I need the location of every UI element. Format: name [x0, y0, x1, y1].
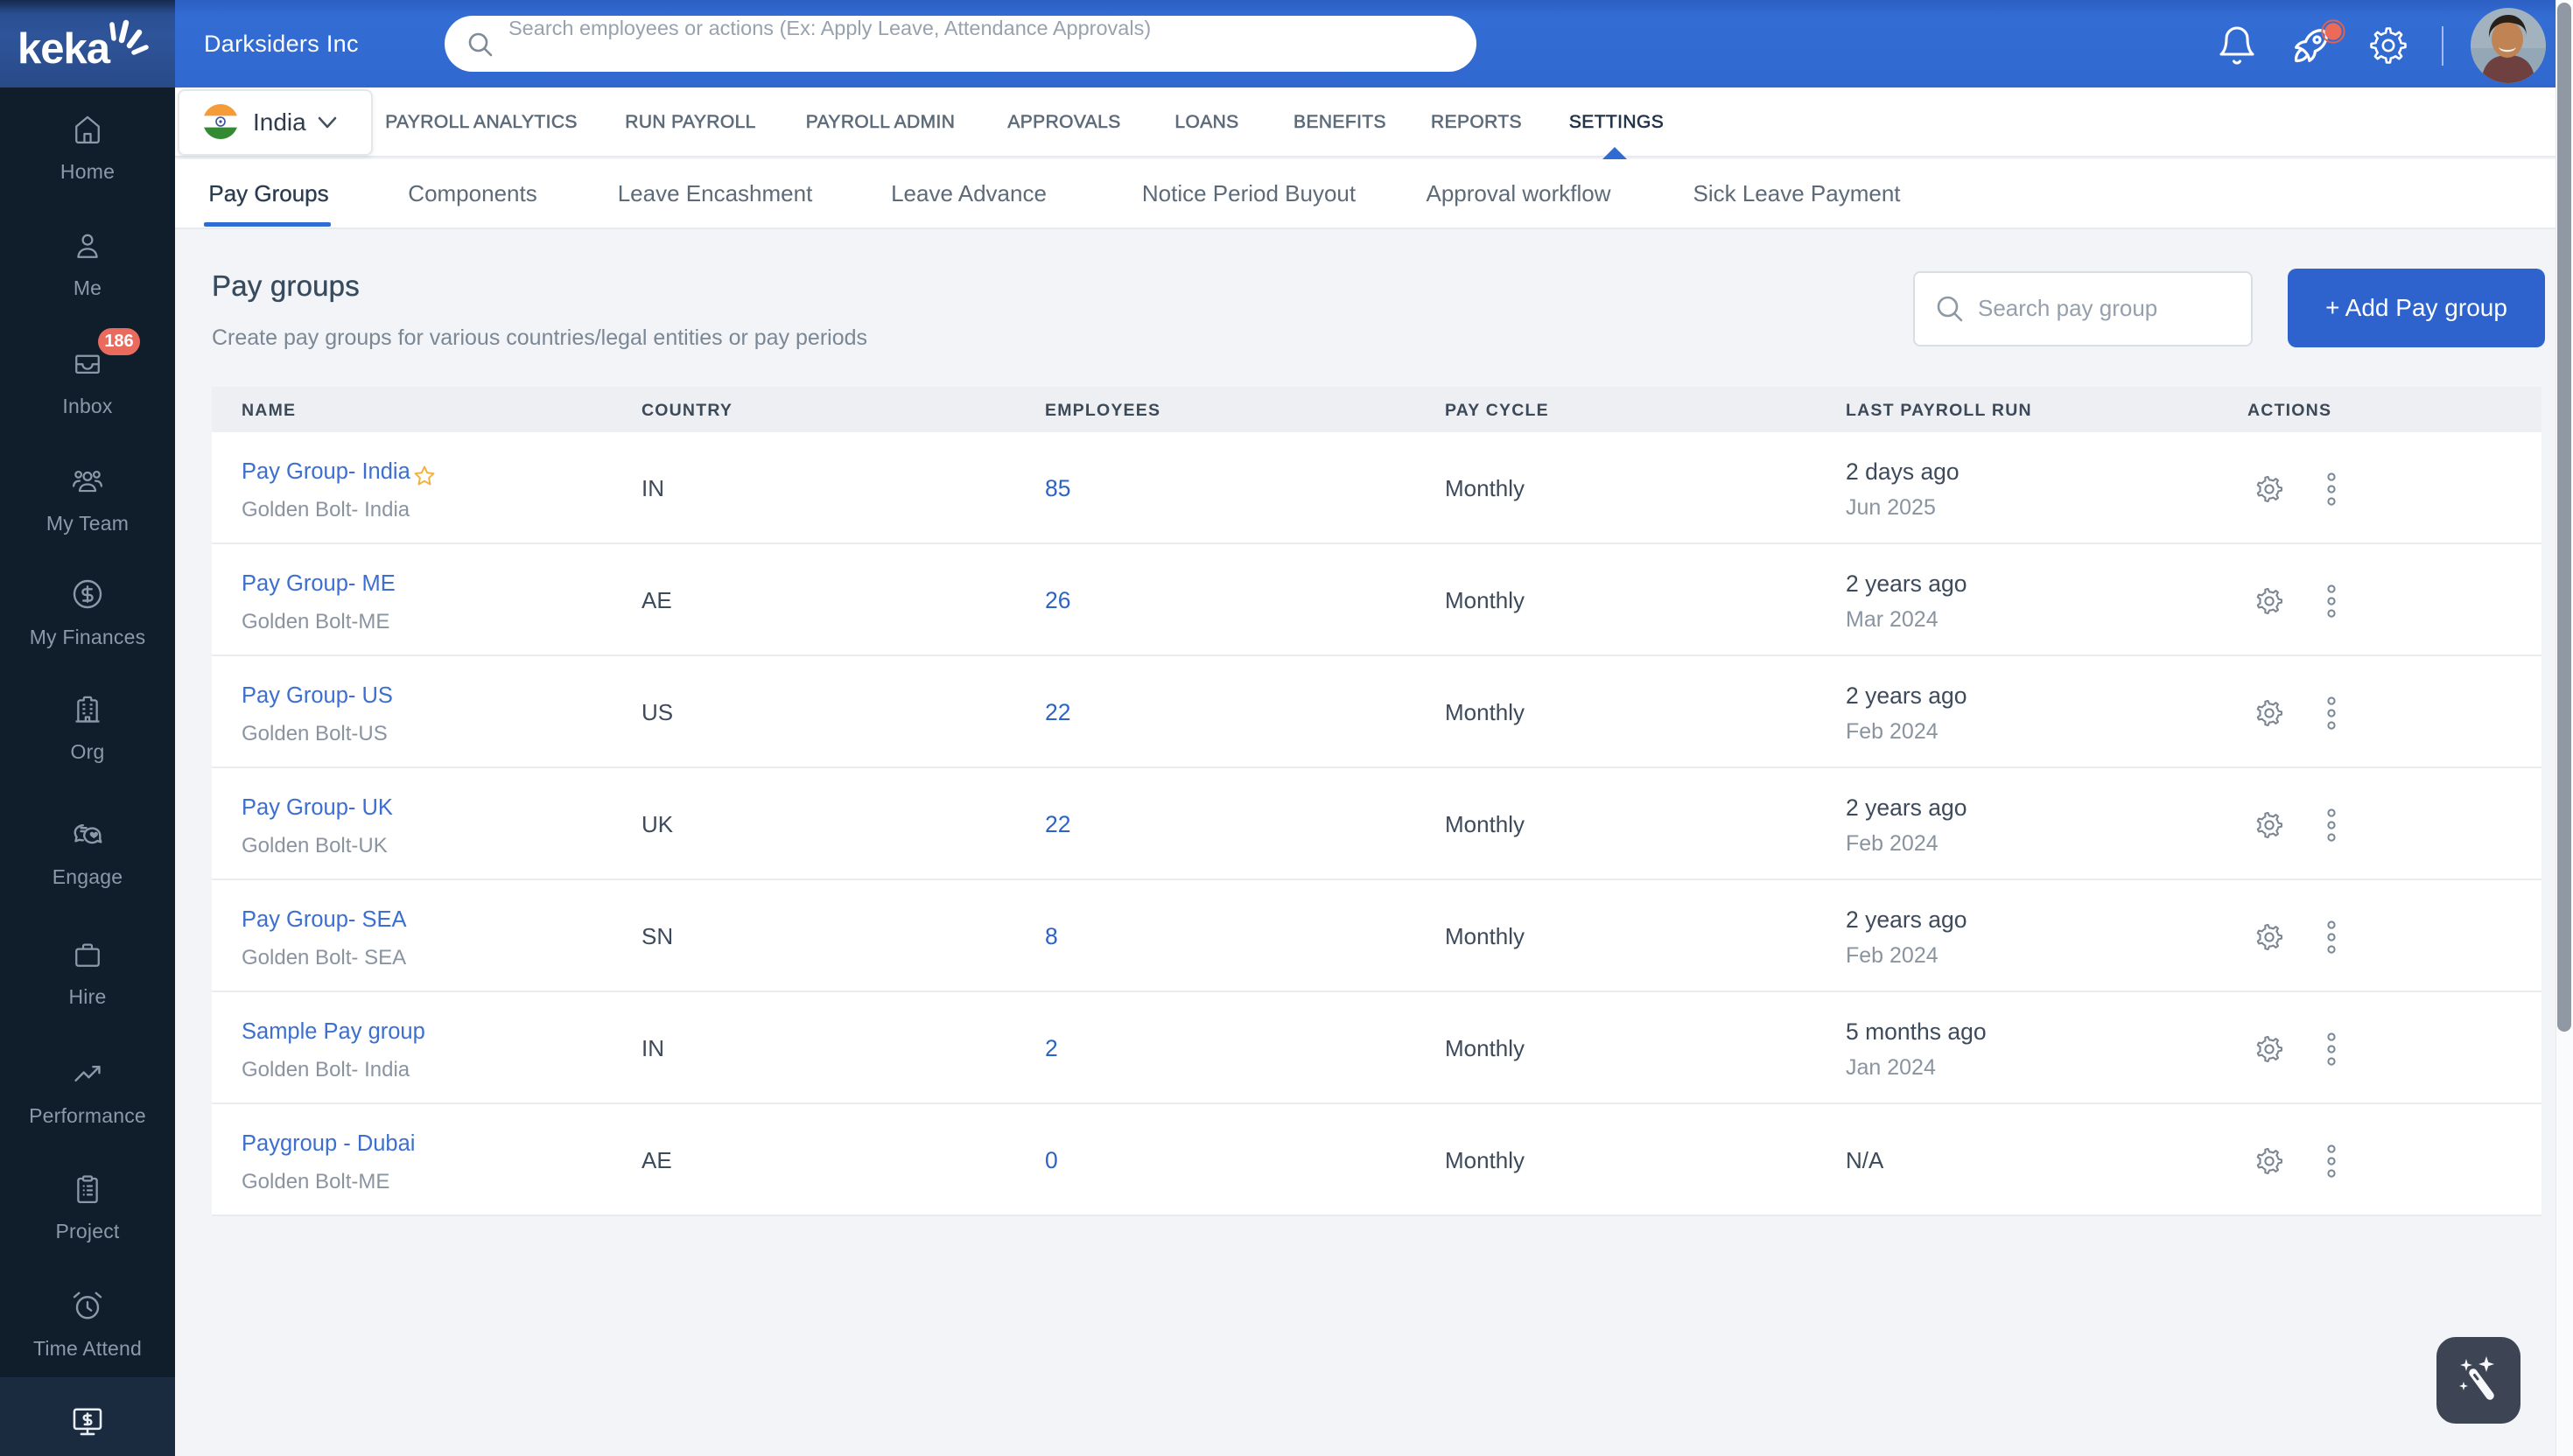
svg-text:keka: keka [18, 25, 111, 72]
